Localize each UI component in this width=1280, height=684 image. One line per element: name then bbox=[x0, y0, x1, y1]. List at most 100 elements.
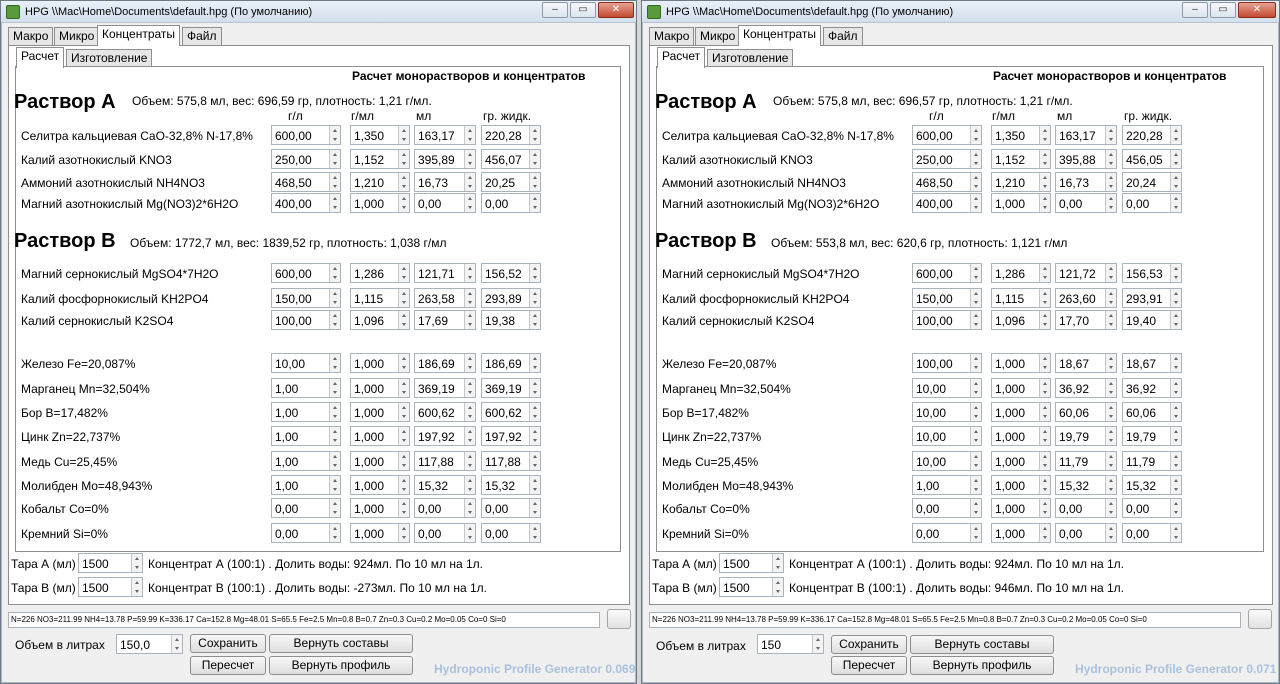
solution-b-value-field[interactable]: 17,69 bbox=[414, 310, 476, 330]
solution-a-value-field[interactable]: 400,00 bbox=[912, 193, 982, 213]
maximize-icon[interactable]: ▭ bbox=[1210, 2, 1236, 18]
spin-icon[interactable] bbox=[1170, 403, 1181, 421]
solution-a-value-field[interactable]: 250,00 bbox=[912, 149, 982, 169]
spin-icon[interactable] bbox=[464, 126, 475, 144]
micro-value-field[interactable]: 0,00 bbox=[481, 523, 541, 543]
solution-b-value-field[interactable]: 121,71 bbox=[414, 263, 476, 283]
solution-a-value-field[interactable]: 468,50 bbox=[912, 172, 982, 192]
spin-icon[interactable] bbox=[529, 264, 540, 282]
micro-value-field[interactable]: 15,32 bbox=[481, 475, 541, 495]
spin-icon[interactable] bbox=[398, 476, 409, 494]
micro-value-field[interactable]: 0,00 bbox=[1122, 498, 1182, 518]
solution-a-value-field[interactable]: 0,00 bbox=[1055, 193, 1117, 213]
tab-concentrates[interactable]: Концентраты bbox=[97, 25, 181, 46]
spin-icon[interactable] bbox=[1170, 264, 1181, 282]
spin-icon[interactable] bbox=[1105, 476, 1116, 494]
save-button[interactable]: Сохранить bbox=[831, 635, 907, 654]
solution-a-value-field[interactable]: 0,00 bbox=[414, 193, 476, 213]
spin-icon[interactable] bbox=[1039, 524, 1050, 542]
micro-value-field[interactable]: 1,000 bbox=[991, 426, 1051, 446]
spin-icon[interactable] bbox=[1105, 289, 1116, 307]
spin-icon[interactable] bbox=[464, 403, 475, 421]
spin-icon[interactable] bbox=[1039, 452, 1050, 470]
tab-concentrates[interactable]: Концентраты bbox=[738, 25, 822, 46]
solution-a-value-field[interactable]: 395,89 bbox=[414, 149, 476, 169]
micro-value-field[interactable]: 0,00 bbox=[1122, 523, 1182, 543]
spin-icon[interactable] bbox=[329, 403, 340, 421]
spin-icon[interactable] bbox=[398, 264, 409, 282]
spin-icon[interactable] bbox=[464, 499, 475, 517]
micro-value-field[interactable]: 186,69 bbox=[481, 353, 541, 373]
solution-b-value-field[interactable]: 1,096 bbox=[350, 310, 410, 330]
micro-value-field[interactable]: 18,67 bbox=[1055, 353, 1117, 373]
solution-a-value-field[interactable]: 163,17 bbox=[414, 125, 476, 145]
tab-production[interactable]: Изготовление bbox=[707, 49, 794, 67]
spin-icon[interactable] bbox=[1039, 264, 1050, 282]
spin-icon[interactable] bbox=[1105, 379, 1116, 397]
micro-value-field[interactable]: 1,00 bbox=[271, 451, 341, 471]
spin-icon[interactable] bbox=[1105, 452, 1116, 470]
window-titlebar[interactable]: HPG \\Mac\Home\Documents\default.hpg (По… bbox=[642, 1, 1279, 23]
spin-icon[interactable] bbox=[1170, 524, 1181, 542]
solution-a-value-field[interactable]: 468,50 bbox=[271, 172, 341, 192]
spin-icon[interactable] bbox=[464, 476, 475, 494]
spin-icon[interactable] bbox=[398, 150, 409, 168]
spin-icon[interactable] bbox=[329, 289, 340, 307]
spin-icon[interactable] bbox=[970, 499, 981, 517]
spin-icon[interactable] bbox=[171, 635, 182, 653]
spin-icon[interactable] bbox=[970, 427, 981, 445]
micro-value-field[interactable]: 1,000 bbox=[350, 378, 410, 398]
spin-icon[interactable] bbox=[1170, 476, 1181, 494]
spin-icon[interactable] bbox=[529, 126, 540, 144]
spin-icon[interactable] bbox=[1105, 499, 1116, 517]
spin-icon[interactable] bbox=[1039, 379, 1050, 397]
status-button[interactable] bbox=[1248, 609, 1272, 629]
micro-value-field[interactable]: 0,00 bbox=[912, 498, 982, 518]
spin-icon[interactable] bbox=[970, 354, 981, 372]
solution-a-value-field[interactable]: 456,05 bbox=[1122, 149, 1182, 169]
micro-value-field[interactable]: 600,62 bbox=[414, 402, 476, 422]
micro-value-field[interactable]: 1,00 bbox=[912, 475, 982, 495]
solution-a-value-field[interactable]: 1,152 bbox=[991, 149, 1051, 169]
spin-icon[interactable] bbox=[970, 126, 981, 144]
micro-value-field[interactable]: 0,00 bbox=[414, 498, 476, 518]
solution-b-value-field[interactable]: 121,72 bbox=[1055, 263, 1117, 283]
spin-icon[interactable] bbox=[772, 578, 783, 596]
micro-value-field[interactable]: 0,00 bbox=[271, 523, 341, 543]
spin-icon[interactable] bbox=[970, 476, 981, 494]
spin-icon[interactable] bbox=[329, 194, 340, 212]
solution-b-value-field[interactable]: 1,115 bbox=[991, 288, 1051, 308]
window-titlebar[interactable]: HPG \\Mac\Home\Documents\default.hpg (По… bbox=[1, 1, 636, 23]
spin-icon[interactable] bbox=[1105, 311, 1116, 329]
tara-input[interactable]: 1500 bbox=[78, 577, 143, 597]
spin-icon[interactable] bbox=[1105, 150, 1116, 168]
spin-icon[interactable] bbox=[329, 354, 340, 372]
micro-value-field[interactable]: 36,92 bbox=[1122, 378, 1182, 398]
micro-value-field[interactable]: 0,00 bbox=[271, 498, 341, 518]
spin-icon[interactable] bbox=[1039, 403, 1050, 421]
spin-icon[interactable] bbox=[1170, 173, 1181, 191]
solution-a-value-field[interactable]: 20,25 bbox=[481, 172, 541, 192]
tab-calculation[interactable]: Расчет bbox=[657, 47, 706, 68]
spin-icon[interactable] bbox=[398, 194, 409, 212]
spin-icon[interactable] bbox=[398, 126, 409, 144]
micro-value-field[interactable]: 1,000 bbox=[350, 451, 410, 471]
tab-micro[interactable]: Микро bbox=[54, 27, 100, 45]
spin-icon[interactable] bbox=[398, 354, 409, 372]
volume-input[interactable]: 150,0 bbox=[116, 634, 183, 654]
solution-a-value-field[interactable]: 20,24 bbox=[1122, 172, 1182, 192]
spin-icon[interactable] bbox=[398, 427, 409, 445]
micro-value-field[interactable]: 1,000 bbox=[991, 378, 1051, 398]
tab-macro[interactable]: Макро bbox=[649, 27, 695, 45]
tara-input[interactable]: 1500 bbox=[719, 577, 784, 597]
solution-a-value-field[interactable]: 16,73 bbox=[1055, 172, 1117, 192]
spin-icon[interactable] bbox=[329, 524, 340, 542]
spin-icon[interactable] bbox=[772, 554, 783, 572]
spin-icon[interactable] bbox=[529, 524, 540, 542]
spin-icon[interactable] bbox=[1039, 126, 1050, 144]
solution-b-value-field[interactable]: 1,115 bbox=[350, 288, 410, 308]
close-icon[interactable]: ✕ bbox=[598, 2, 634, 18]
micro-value-field[interactable]: 10,00 bbox=[912, 402, 982, 422]
spin-icon[interactable] bbox=[464, 452, 475, 470]
micro-value-field[interactable]: 1,000 bbox=[991, 523, 1051, 543]
